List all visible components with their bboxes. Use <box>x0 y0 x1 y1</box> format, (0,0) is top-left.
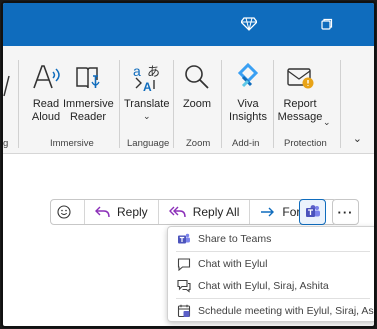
svg-text:あ: あ <box>147 65 160 80</box>
group-label-language: Language <box>127 138 170 149</box>
group-label-partial: g <box>3 138 9 149</box>
smiley-icon <box>57 205 71 219</box>
menu-item-schedule-meeting[interactable]: Schedule meeting with Eylul, Siraj, Ashi… <box>168 300 374 322</box>
teams-icon <box>178 233 190 244</box>
teams-button[interactable] <box>299 199 326 225</box>
group-label-immersive: Immersive <box>50 138 94 149</box>
translate-icon: a あ A <box>130 60 164 94</box>
premium-diamond-icon[interactable] <box>239 14 259 34</box>
title-bar <box>3 3 374 46</box>
teams-icon <box>305 205 320 217</box>
group-separator <box>18 60 19 148</box>
group-separator <box>119 60 120 148</box>
svg-text:a: a <box>133 63 141 79</box>
viva-insights-icon <box>231 60 265 94</box>
more-options-button[interactable]: ··· <box>332 199 359 225</box>
message-action-bar: Reply Reply All Forward <box>50 199 338 225</box>
forward-arrow-icon <box>261 207 275 217</box>
zoom-magnifier-icon <box>180 60 214 94</box>
svg-text:A: A <box>143 80 152 92</box>
chevron-down-icon[interactable]: ⌄ <box>323 117 331 128</box>
group-separator <box>221 60 222 148</box>
restore-window-icon[interactable] <box>317 14 337 34</box>
menu-item-share-to-teams[interactable]: Share to Teams <box>168 228 374 250</box>
group-separator <box>273 60 274 148</box>
translate-button[interactable]: a あ A Translate ⌄ <box>124 60 169 122</box>
group-label-zoom: Zoom <box>186 138 211 149</box>
reaction-button[interactable] <box>51 200 84 224</box>
group-label-addin: Add-in <box>232 138 260 149</box>
ellipsis-icon: ··· <box>337 204 354 220</box>
menu-divider <box>176 251 370 252</box>
zoom-button[interactable]: Zoom <box>180 60 214 111</box>
chevron-down-icon[interactable]: ⌄ <box>353 132 362 145</box>
reply-all-button[interactable]: Reply All <box>157 200 250 224</box>
read-aloud-icon <box>29 60 63 94</box>
group-separator <box>173 60 174 148</box>
immersive-reader-icon <box>71 60 105 94</box>
reply-all-arrow-icon <box>168 206 186 218</box>
action-button-group: Reply Reply All Forward <box>50 199 338 225</box>
group-label-protection: Protection <box>284 138 327 149</box>
report-message-icon <box>283 60 317 94</box>
immersive-reader-button[interactable]: Immersive Reader <box>63 60 114 124</box>
read-aloud-button[interactable]: Read Aloud <box>29 60 63 124</box>
ribbon: g Read Aloud Immersive Reader Immersive … <box>3 46 374 154</box>
group-separator <box>340 60 341 148</box>
menu-item-chat-group[interactable]: Chat with Eylul, Siraj, Ashita <box>168 275 374 297</box>
group-chat-icon <box>177 279 191 293</box>
outlook-window: g Read Aloud Immersive Reader Immersive … <box>1 1 376 328</box>
viva-insights-button[interactable]: Viva Insights <box>228 60 268 124</box>
menu-divider <box>176 298 370 299</box>
chat-bubble-icon <box>177 258 191 271</box>
report-message-button[interactable]: Report Message <box>277 60 323 124</box>
reply-arrow-icon <box>95 206 110 218</box>
partial-tool-icon <box>3 74 11 103</box>
teams-dropdown-menu: Share to Teams Chat with Eylul Chat with… <box>167 226 374 322</box>
reply-button[interactable]: Reply <box>84 200 158 224</box>
chevron-down-icon: ⌄ <box>142 111 151 121</box>
calendar-teams-icon <box>177 304 191 318</box>
menu-item-chat-eylul[interactable]: Chat with Eylul <box>168 253 374 275</box>
